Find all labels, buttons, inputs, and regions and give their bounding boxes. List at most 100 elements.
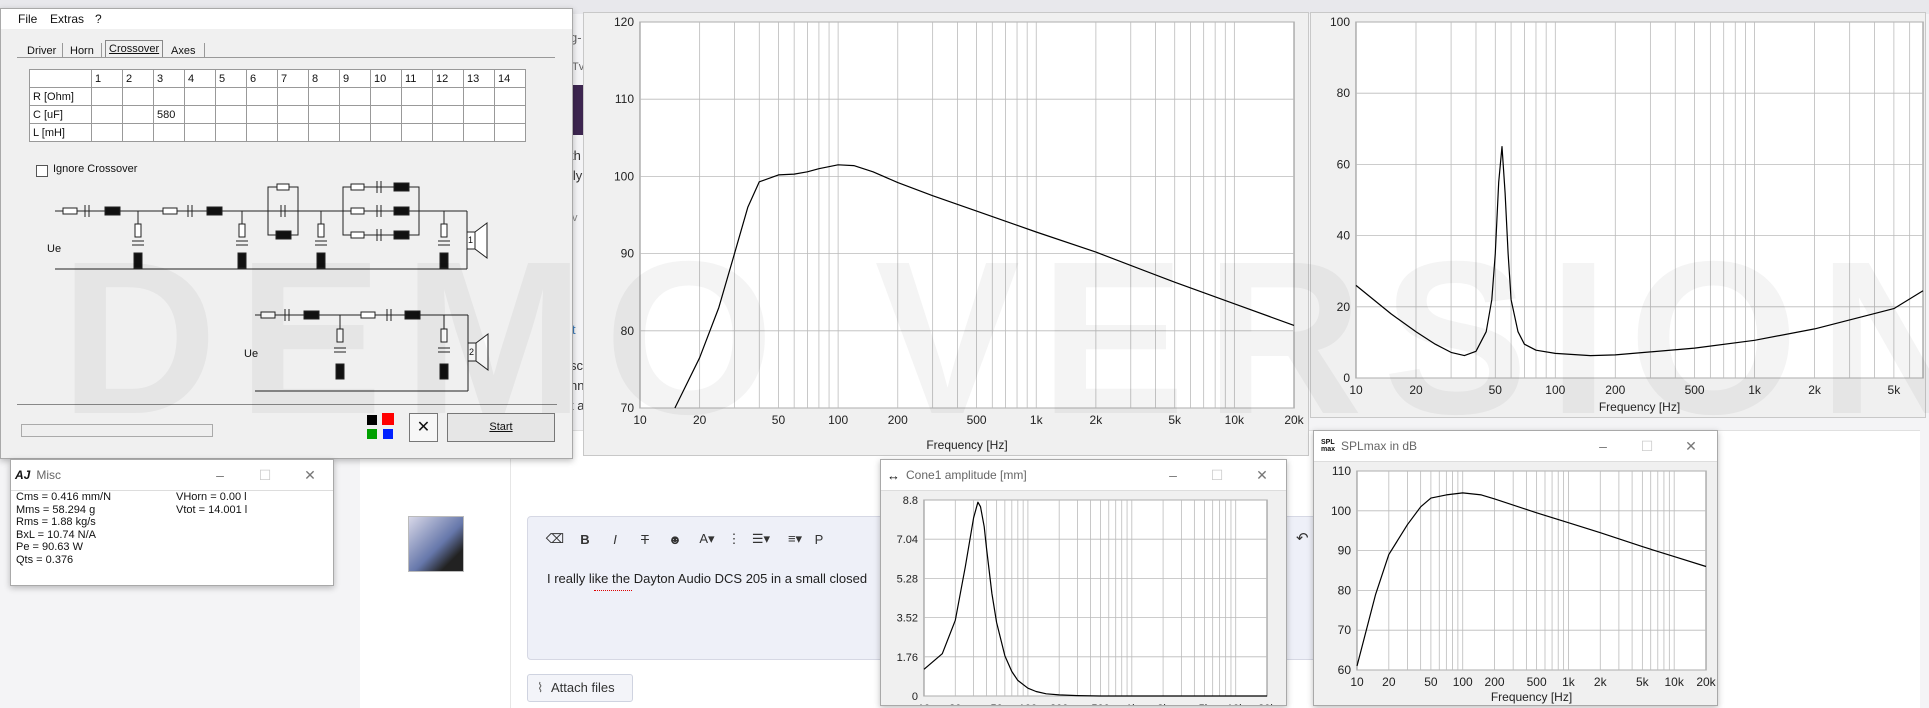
table-cell[interactable] [432,123,464,142]
column-header: 13 [463,69,495,88]
table-cell[interactable] [215,105,247,124]
minimize-icon[interactable]: – [211,466,229,484]
x-axis-label: Frequency [Hz] [1599,400,1680,414]
table-cell[interactable] [494,87,526,106]
table-cell[interactable]: 580 [153,105,185,124]
app-icon: AJ [15,468,31,482]
x-tick-label: 50 [772,413,786,427]
table-cell[interactable] [122,87,154,106]
table-cell[interactable] [401,105,433,124]
table-cell[interactable] [370,123,402,142]
table-cell[interactable] [494,123,526,142]
x-tick-label: 20k [1258,703,1276,705]
more-dots-icon[interactable]: ⋮ [724,531,744,547]
maximize-icon[interactable]: ☐ [1638,437,1656,455]
table-cell[interactable] [370,105,402,124]
table-cell[interactable] [91,105,123,124]
plot-area [639,21,1295,409]
speaker1-number: 1 [468,235,474,245]
x-axis-label: Frequency [Hz] [1491,690,1572,704]
start-button[interactable]: Start [447,413,555,442]
table-cell[interactable] [370,87,402,106]
y-tick-label: 80 [621,324,635,338]
tab-crossover[interactable]: Crossover [105,40,164,57]
table-cell[interactable] [277,123,309,142]
table-cell[interactable] [401,87,433,106]
maximize-icon[interactable]: ☐ [1208,466,1226,484]
strikethrough-icon[interactable]: T [630,532,660,547]
table-cell[interactable] [153,123,185,142]
spl-chart: 70 80 90 100 110 120 10 20 50 100 200 500 1k 2k 5k 10k 2… [614,15,1305,452]
table-cell[interactable] [215,123,247,142]
table-cell[interactable] [215,87,247,106]
maximize-icon[interactable]: ☐ [256,466,274,484]
table-cell[interactable] [463,105,495,124]
table-cell[interactable] [153,87,185,106]
minimize-icon[interactable]: – [1594,437,1612,455]
eraser-icon[interactable]: ⌫ [540,531,570,547]
minimize-icon[interactable]: – [1164,466,1182,484]
table-row-c: C [uF] 580 [29,105,526,124]
table-cell[interactable] [246,87,278,106]
table-cell[interactable] [246,105,278,124]
circuit2-ue-label: Ue [244,348,259,360]
table-cell[interactable] [91,123,123,142]
menu-file[interactable]: File [18,12,37,26]
paperclip-icon: ⌇ [537,680,544,695]
table-cell[interactable] [308,123,340,142]
table-cell[interactable] [463,87,495,106]
table-cell[interactable] [122,105,154,124]
crossover-window: File Extras ? Driver Horn Crossover Axes… [0,8,573,459]
table-cell[interactable] [339,105,371,124]
menu-extras[interactable]: Extras [50,12,84,26]
table-cell[interactable] [494,105,526,124]
editor-toolbar: ⌫ B I T ☻ A▾ ⋮ ☰▾ ≡▾ P [540,530,880,548]
x-tick-label: 1k [1748,383,1762,397]
close-icon[interactable]: ✕ [1682,437,1700,455]
table-corner [29,69,92,88]
table-cell[interactable] [184,105,216,124]
italic-icon[interactable]: I [600,532,630,547]
impedance-window: 0 20 40 60 80 100 10 20 50 100 200 500 1k 2k 5k Frequen… [1310,12,1926,418]
avatar [408,516,464,572]
close-icon[interactable]: ✕ [301,466,319,484]
table-cell[interactable] [401,123,433,142]
misc-value: Qts = 0.376 [16,553,74,566]
table-cell[interactable] [339,87,371,106]
table-cell[interactable] [91,87,123,106]
table-cell[interactable] [277,87,309,106]
clear-button[interactable]: ✕ [409,413,438,442]
table-cell[interactable] [184,87,216,106]
menu-help[interactable]: ? [95,12,102,26]
y-tick-label: 100 [614,169,634,183]
table-cell[interactable] [463,123,495,142]
table-cell[interactable] [308,87,340,106]
table-cell[interactable] [339,123,371,142]
table-cell[interactable] [432,105,464,124]
bold-icon[interactable]: B [570,532,600,547]
y-tick-label: 80 [1337,86,1351,100]
misc-left-values: Cms = 0.416 mm/N Mms = 58.294 g Rms = 1.… [16,491,111,566]
color-legend[interactable] [367,413,395,441]
column-header: 10 [370,69,402,88]
impedance-chart: 02040608010010 20 50 100 200 500 1k 2k 5kFrequen… [1330,15,1924,414]
table-cell[interactable] [432,87,464,106]
list-icon[interactable]: ☰▾ [744,531,778,547]
table-cell[interactable] [246,123,278,142]
undo-icon[interactable]: ↶ [1296,529,1309,547]
table-cell[interactable] [277,105,309,124]
emoji-icon[interactable]: ☻ [660,532,690,547]
table-cell[interactable] [122,123,154,142]
column-header: 11 [401,69,433,88]
x-tick-label: 10 [1350,675,1364,689]
align-icon[interactable]: ≡▾ [778,531,812,547]
paragraph-icon[interactable]: P [812,532,826,547]
x-tick-label: 20 [1382,675,1396,689]
table-cell[interactable] [184,123,216,142]
text-style-icon[interactable]: A▾ [690,531,724,547]
bottom-separator [17,404,557,405]
attach-files-button[interactable]: ⌇ Attach files [527,674,633,702]
close-icon[interactable]: ✕ [1253,466,1271,484]
editor-text[interactable]: I really like the Dayton Audio DCS 205 i… [547,571,867,586]
table-cell[interactable] [308,105,340,124]
